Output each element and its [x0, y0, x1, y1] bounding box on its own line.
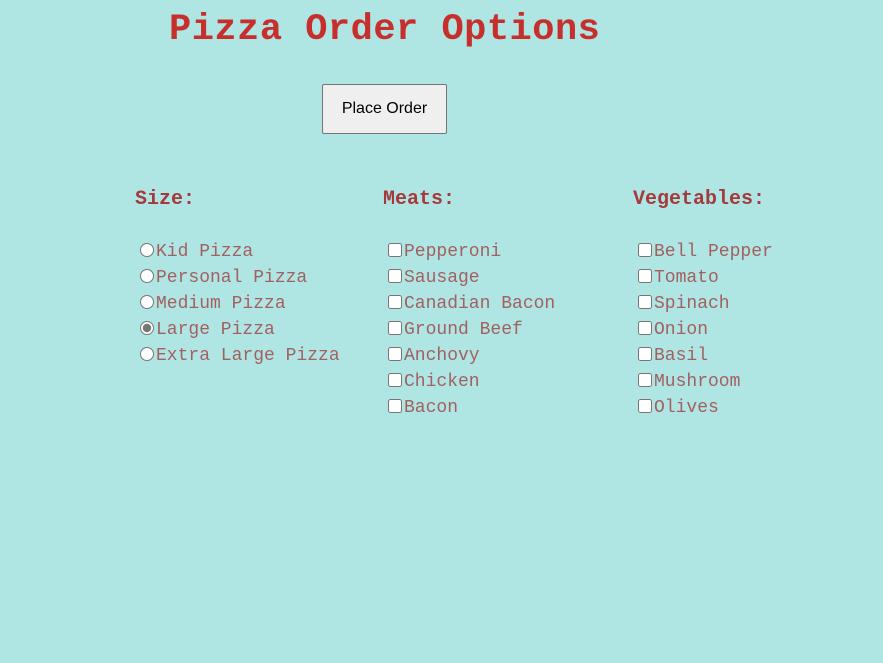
size-option-kid[interactable]: Kid Pizza	[140, 239, 340, 265]
meat-option-label: Ground Beef	[404, 320, 523, 340]
size-heading: Size:	[135, 188, 196, 211]
veg-checkbox-onion[interactable]	[638, 321, 652, 335]
meats-options: Pepperoni Sausage Canadian Bacon Ground …	[388, 239, 555, 421]
veg-option-label: Mushroom	[654, 372, 741, 392]
meat-option-canadian-bacon[interactable]: Canadian Bacon	[388, 291, 555, 317]
size-radio-kid[interactable]	[140, 243, 154, 257]
size-option-medium[interactable]: Medium Pizza	[140, 291, 340, 317]
meat-checkbox-pepperoni[interactable]	[388, 243, 402, 257]
veg-option-label: Basil	[654, 346, 709, 366]
size-option-large[interactable]: Large Pizza	[140, 317, 340, 343]
meat-checkbox-chicken[interactable]	[388, 373, 402, 387]
veg-option-label: Bell Pepper	[654, 242, 773, 262]
veg-checkbox-basil[interactable]	[638, 347, 652, 361]
veg-option-bell-pepper[interactable]: Bell Pepper	[638, 239, 773, 265]
vegetables-heading: Vegetables:	[633, 188, 766, 211]
size-option-personal[interactable]: Personal Pizza	[140, 265, 340, 291]
meat-checkbox-bacon[interactable]	[388, 399, 402, 413]
veg-checkbox-mushroom[interactable]	[638, 373, 652, 387]
veg-checkbox-spinach[interactable]	[638, 295, 652, 309]
size-radio-personal[interactable]	[140, 269, 154, 283]
meat-option-label: Sausage	[404, 268, 480, 288]
veg-option-mushroom[interactable]: Mushroom	[638, 369, 773, 395]
meats-heading: Meats:	[383, 188, 456, 211]
meat-option-label: Pepperoni	[404, 242, 502, 262]
meat-option-bacon[interactable]: Bacon	[388, 395, 555, 421]
size-option-extra-large[interactable]: Extra Large Pizza	[140, 343, 340, 369]
veg-option-label: Spinach	[654, 294, 730, 314]
meat-checkbox-ground-beef[interactable]	[388, 321, 402, 335]
veg-option-spinach[interactable]: Spinach	[638, 291, 773, 317]
meat-option-label: Bacon	[404, 398, 459, 418]
size-option-label: Kid Pizza	[156, 242, 254, 262]
meat-option-label: Canadian Bacon	[404, 294, 556, 314]
vegetables-section: Vegetables: Bell Pepper Tomato Spinach O…	[633, 187, 773, 418]
meat-checkbox-sausage[interactable]	[388, 269, 402, 283]
meat-option-label: Anchovy	[404, 346, 480, 366]
meat-option-sausage[interactable]: Sausage	[388, 265, 555, 291]
veg-option-label: Onion	[654, 320, 709, 340]
meat-option-ground-beef[interactable]: Ground Beef	[388, 317, 555, 343]
size-option-label: Personal Pizza	[156, 268, 308, 288]
meat-checkbox-anchovy[interactable]	[388, 347, 402, 361]
veg-option-label: Tomato	[654, 268, 719, 288]
size-radio-large[interactable]	[140, 321, 154, 335]
veg-option-tomato[interactable]: Tomato	[638, 265, 773, 291]
veg-option-label: Olives	[654, 398, 719, 418]
meat-option-chicken[interactable]: Chicken	[388, 369, 555, 395]
page-title: Pizza Order Options	[169, 9, 601, 51]
veg-checkbox-tomato[interactable]	[638, 269, 652, 283]
meats-section: Meats: Pepperoni Sausage Canadian Bacon …	[383, 187, 555, 418]
size-options: Kid Pizza Personal Pizza Medium Pizza La…	[140, 239, 340, 369]
veg-option-basil[interactable]: Basil	[638, 343, 773, 369]
size-radio-medium[interactable]	[140, 295, 154, 309]
veg-checkbox-bell-pepper[interactable]	[638, 243, 652, 257]
size-option-label: Medium Pizza	[156, 294, 286, 314]
vegetables-options: Bell Pepper Tomato Spinach Onion Basil M…	[638, 239, 773, 421]
veg-option-olives[interactable]: Olives	[638, 395, 773, 421]
veg-option-onion[interactable]: Onion	[638, 317, 773, 343]
size-radio-extra-large[interactable]	[140, 347, 154, 361]
size-section: Size: Kid Pizza Personal Pizza Medium Pi…	[135, 187, 340, 366]
meat-option-anchovy[interactable]: Anchovy	[388, 343, 555, 369]
meat-checkbox-canadian-bacon[interactable]	[388, 295, 402, 309]
veg-checkbox-olives[interactable]	[638, 399, 652, 413]
size-option-label: Extra Large Pizza	[156, 346, 340, 366]
meat-option-pepperoni[interactable]: Pepperoni	[388, 239, 555, 265]
meat-option-label: Chicken	[404, 372, 480, 392]
place-order-button[interactable]: Place Order	[322, 84, 447, 134]
size-option-label: Large Pizza	[156, 320, 275, 340]
